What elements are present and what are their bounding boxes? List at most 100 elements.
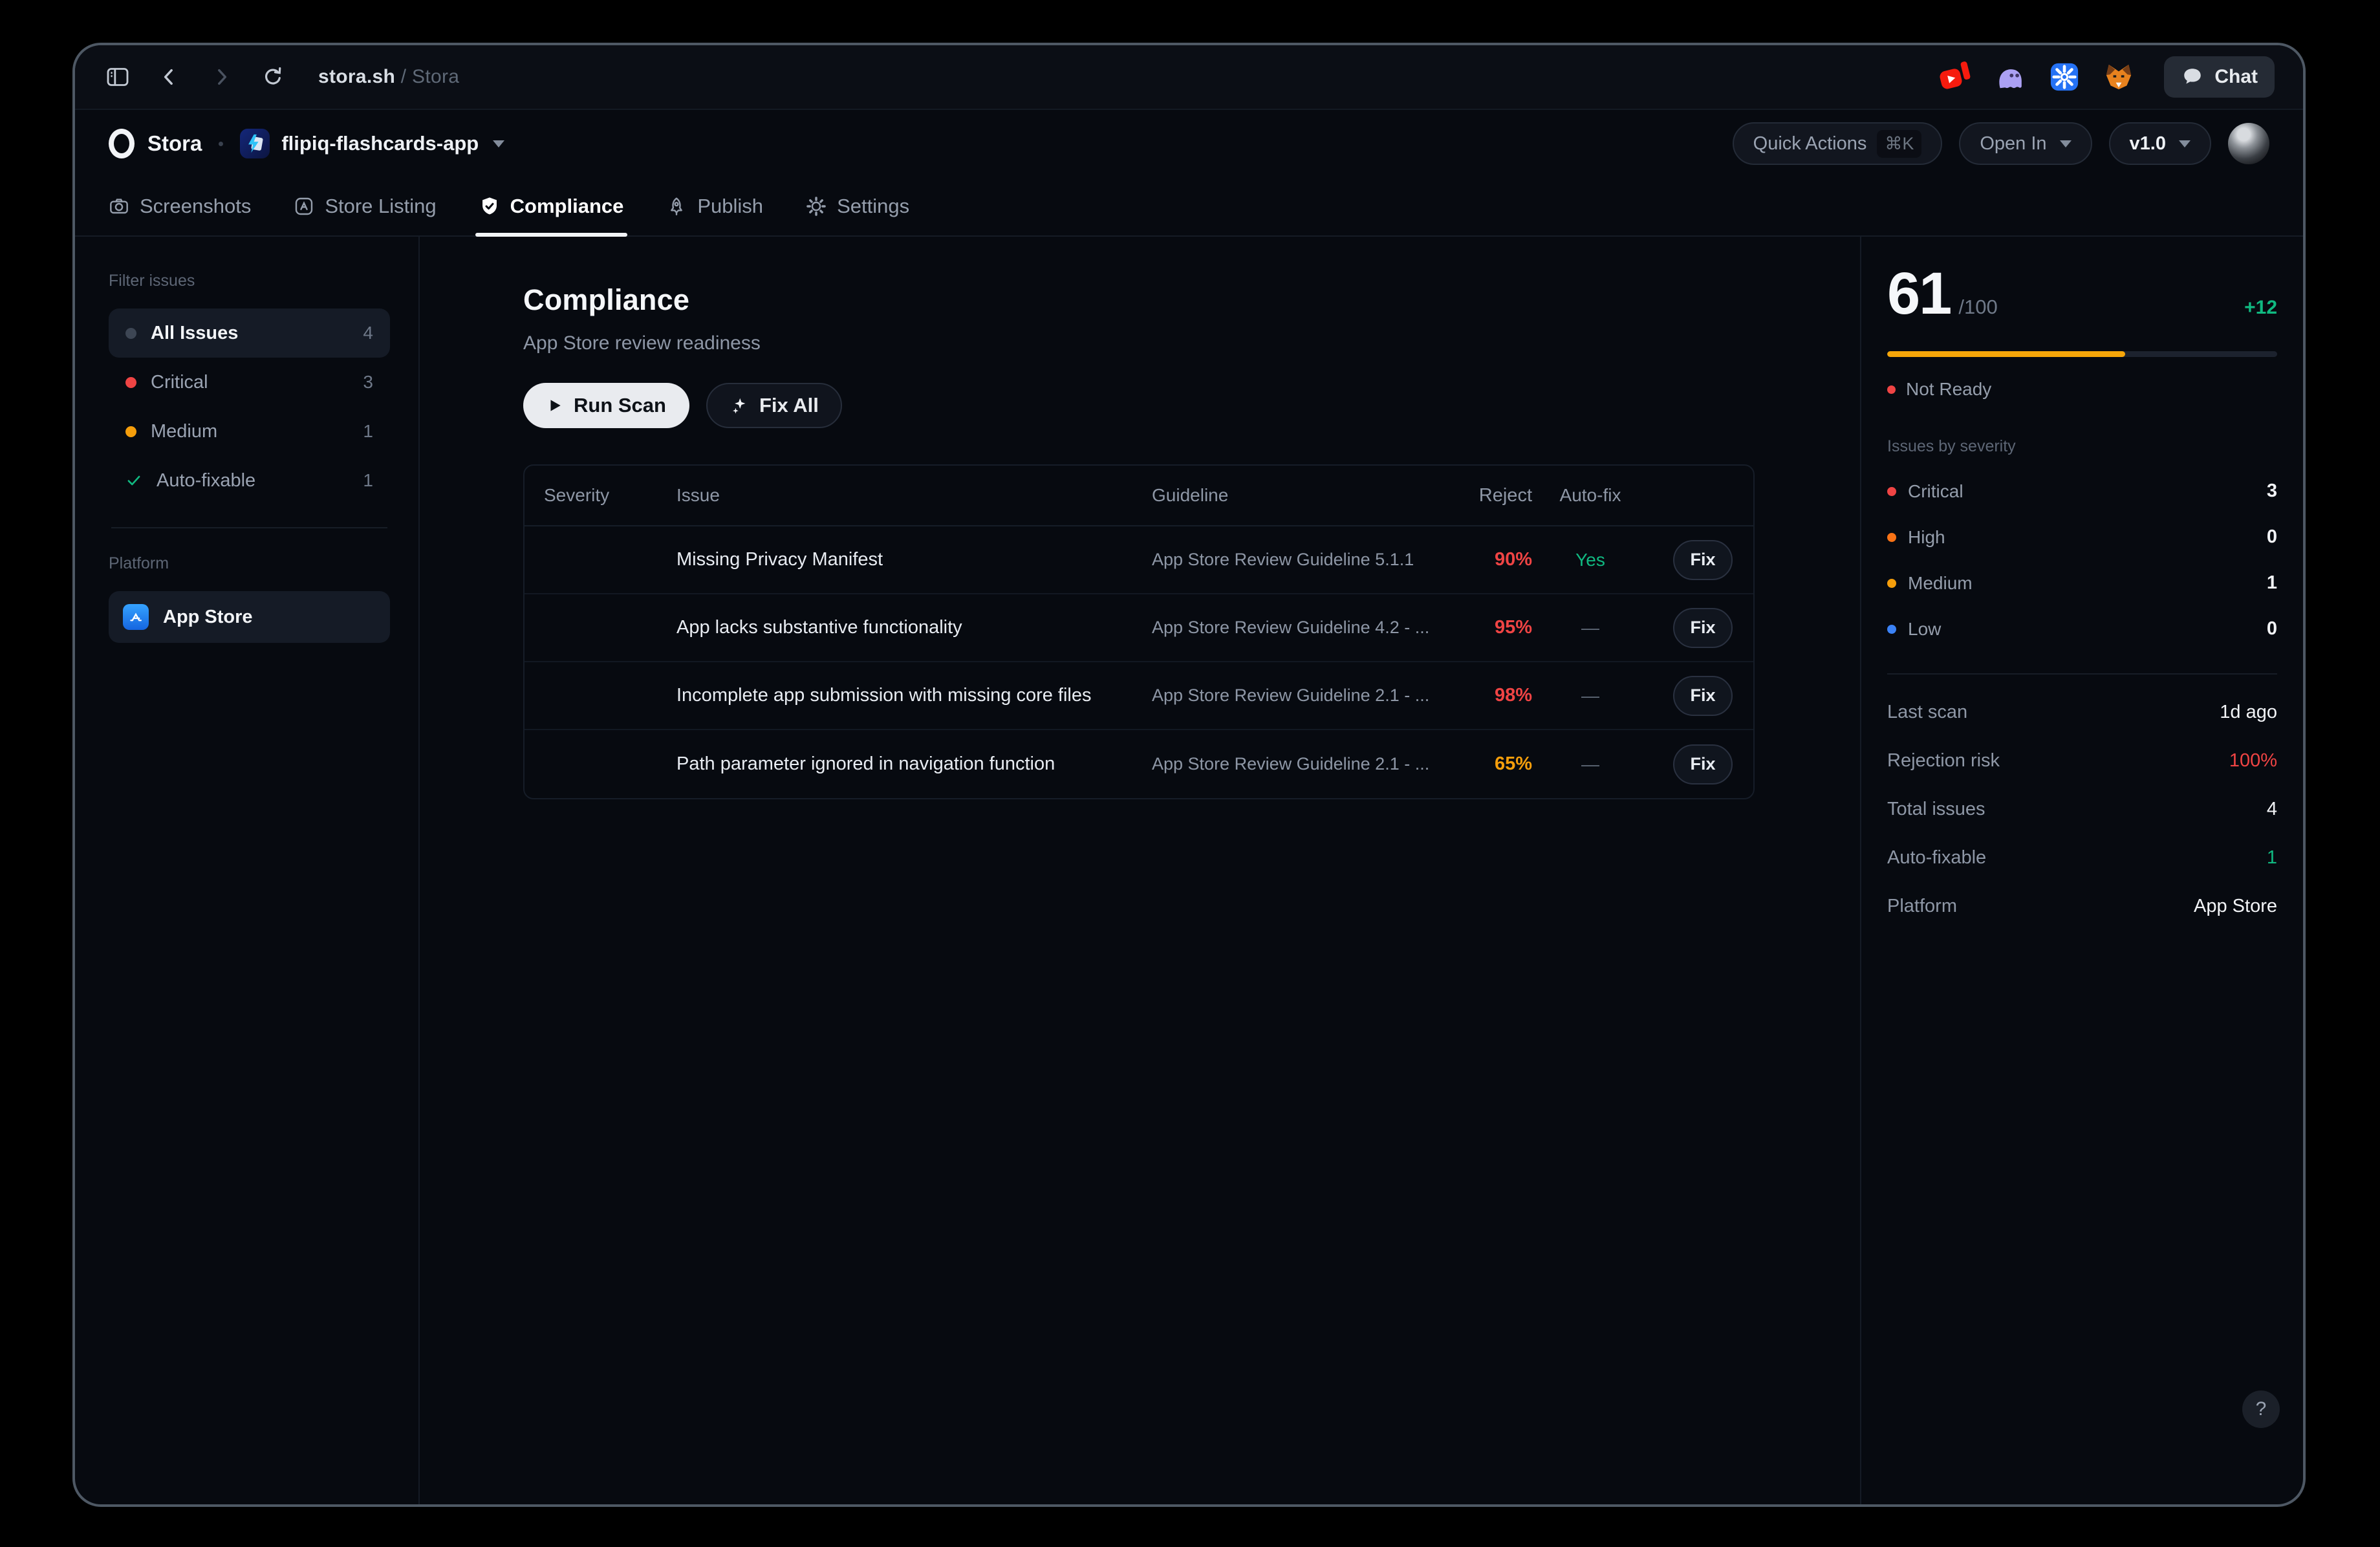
- sparkles-icon: [730, 396, 749, 415]
- fix-button[interactable]: Fix: [1673, 608, 1733, 648]
- chevron-down-icon: [493, 140, 504, 147]
- app-store-badge-icon: [123, 604, 149, 630]
- table-row[interactable]: App lacks substantive functionality App …: [525, 594, 1753, 662]
- fix-button[interactable]: Fix: [1673, 676, 1733, 716]
- platform-app-store[interactable]: App Store: [109, 591, 390, 643]
- filter-auto-fixable[interactable]: Auto-fixable 1: [109, 456, 390, 505]
- stat-rejection-risk: Rejection risk 100%: [1887, 750, 2277, 772]
- gear-icon: [806, 196, 827, 217]
- help-button[interactable]: ?: [2242, 1390, 2280, 1428]
- browser-toolbar: stora.sh / Stora: [75, 45, 2303, 110]
- project-switcher[interactable]: flipiq-flashcards-app: [240, 129, 504, 158]
- run-scan-button[interactable]: Run Scan: [523, 383, 689, 428]
- breadcrumb-separator: [219, 142, 223, 146]
- tab-publish[interactable]: Publish: [666, 177, 763, 235]
- table-row[interactable]: Path parameter ignored in navigation fun…: [525, 730, 1753, 798]
- dislike-extension-icon[interactable]: [1940, 61, 1971, 92]
- score-delta: +12: [2244, 297, 2277, 319]
- fix-button[interactable]: Fix: [1673, 744, 1733, 784]
- stat-total-issues: Total issues 4: [1887, 799, 2277, 820]
- chat-button-label: Chat: [2214, 66, 2258, 88]
- severity-count: 1: [2267, 572, 2277, 594]
- quick-actions-button[interactable]: Quick Actions ⌘K: [1733, 122, 1943, 165]
- avatar[interactable]: [2228, 123, 2269, 164]
- table-row[interactable]: Incomplete app submission with missing c…: [525, 662, 1753, 730]
- stat-last-scan: Last scan 1d ago: [1887, 702, 2277, 723]
- severity-label: High: [1908, 527, 1945, 548]
- panel-divider: [1887, 673, 2277, 675]
- score-progress-bar: [1887, 351, 2277, 357]
- issue-title: App lacks substantive functionality: [657, 617, 1132, 638]
- fix-button[interactable]: Fix: [1673, 540, 1733, 580]
- filter-label: Medium: [151, 421, 217, 442]
- app-header: Stora flipiq-flashcards-app Quick Action…: [75, 110, 2303, 177]
- chat-button[interactable]: Chat: [2164, 56, 2275, 98]
- filter-label: All Issues: [151, 323, 238, 344]
- col-issue: Issue: [657, 485, 1132, 506]
- score-progress-fill: [1887, 351, 2125, 357]
- table-row[interactable]: Missing Privacy Manifest App Store Revie…: [525, 526, 1753, 594]
- platform-label: App Store: [163, 607, 253, 628]
- play-icon: [546, 397, 563, 414]
- reject-percent: 95%: [1451, 617, 1536, 638]
- starburst-extension-icon[interactable]: [2049, 61, 2080, 92]
- back-button-icon[interactable]: [155, 63, 184, 91]
- open-in-button[interactable]: Open In: [1959, 122, 2092, 165]
- reject-percent: 90%: [1451, 549, 1536, 570]
- filter-all-issues[interactable]: All Issues 4: [109, 308, 390, 358]
- chat-bubble-icon: [2181, 65, 2204, 89]
- chevron-down-icon: [2179, 140, 2191, 147]
- ghost-wallet-extension-icon[interactable]: [1995, 61, 2026, 92]
- tab-settings[interactable]: Settings: [806, 177, 909, 235]
- quick-actions-label: Quick Actions: [1753, 133, 1867, 155]
- forward-button-icon[interactable]: [207, 63, 235, 91]
- page-subtitle: App Store review readiness: [523, 332, 1751, 354]
- version-selector[interactable]: v1.0: [2109, 122, 2211, 165]
- autofix-value: Yes: [1536, 550, 1645, 570]
- severity-label: Low: [1908, 619, 1941, 640]
- critical-dot-icon: [1887, 487, 1896, 496]
- brand-name: Stora: [147, 131, 202, 156]
- shield-check-icon: [479, 196, 500, 217]
- filter-medium[interactable]: Medium 1: [109, 407, 390, 456]
- autofix-value: —: [1536, 686, 1645, 706]
- col-reject: Reject: [1451, 485, 1536, 506]
- reject-percent: 65%: [1451, 753, 1536, 775]
- brand[interactable]: Stora: [109, 129, 202, 158]
- autofix-value: —: [1536, 754, 1645, 775]
- open-in-label: Open In: [1980, 133, 2046, 155]
- score-denominator: /100: [1958, 296, 1997, 319]
- filter-sidebar: Filter issues All Issues 4 Critical 3 Me…: [75, 237, 420, 1504]
- severity-count: 0: [2267, 526, 2277, 548]
- url-path: / Stora: [395, 66, 459, 87]
- stat-auto-fixable: Auto-fixable 1: [1887, 847, 2277, 869]
- url-domain: stora.sh: [318, 66, 395, 87]
- refresh-icon[interactable]: [259, 63, 287, 91]
- app-window: stora.sh / Stora: [72, 43, 2306, 1507]
- filter-section-label: Filter issues: [109, 272, 390, 290]
- severity-row-medium: Medium 1: [1887, 572, 2277, 594]
- tab-label: Compliance: [510, 195, 624, 218]
- medium-dot-icon: [125, 426, 136, 437]
- filter-label: Critical: [151, 372, 208, 393]
- fix-all-label: Fix All: [759, 394, 819, 417]
- fix-all-button[interactable]: Fix All: [706, 383, 842, 428]
- issue-title: Path parameter ignored in navigation fun…: [657, 753, 1132, 775]
- address-bar[interactable]: stora.sh / Stora: [318, 66, 459, 88]
- project-name: flipiq-flashcards-app: [281, 132, 479, 155]
- tab-screenshots[interactable]: Screenshots: [109, 177, 251, 235]
- tab-compliance[interactable]: Compliance: [479, 177, 624, 235]
- filter-critical[interactable]: Critical 3: [109, 358, 390, 407]
- filter-count: 1: [363, 470, 373, 491]
- sidebar-toggle-icon[interactable]: [103, 63, 132, 91]
- all-issues-dot-icon: [125, 328, 136, 339]
- tab-store-listing[interactable]: Store Listing: [294, 177, 436, 235]
- readiness-status: Not Ready: [1887, 379, 2277, 400]
- filter-count: 3: [363, 372, 373, 393]
- metamask-fox-extension-icon[interactable]: [2103, 61, 2134, 92]
- table-header: Severity Issue Guideline Reject Auto-fix: [525, 466, 1753, 526]
- app-store-icon: [294, 196, 314, 217]
- rocket-icon: [666, 196, 687, 217]
- status-label: Not Ready: [1906, 379, 1991, 400]
- tab-label: Store Listing: [325, 195, 436, 218]
